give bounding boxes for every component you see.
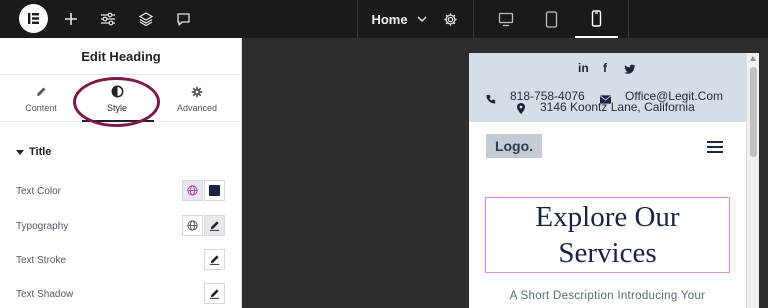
tab-advanced[interactable]: Advanced [168,75,226,122]
global-color-button[interactable] [182,180,203,201]
twitter-icon[interactable] [624,62,636,80]
edit-text-stroke-button[interactable] [204,249,225,270]
chevron-down-icon [417,16,427,23]
hamburger-menu-icon[interactable] [707,141,723,153]
text-stroke-label: Text Stroke [16,255,67,266]
globe-icon [187,185,198,196]
page-heading: Explore Our Services [535,201,680,269]
global-typography-button[interactable] [182,215,203,236]
phone-icon [486,91,496,109]
caret-down-icon [16,149,24,155]
pencil-icon [35,85,47,99]
desktop-icon[interactable] [493,0,519,38]
address: 3146 Koontz Lane, California [540,100,695,114]
pencil-icon [209,289,220,299]
section-title[interactable]: Title [16,146,51,158]
active-tab-indicator [82,120,154,122]
description-text: A Short Description Introducing Your [509,290,706,302]
pencil-icon [209,221,220,231]
facebook-icon[interactable]: f [603,61,607,75]
tab-label: Content [25,102,57,113]
divider [357,0,358,38]
globe-icon [187,220,198,231]
divider [473,0,474,38]
layers-icon[interactable] [134,0,158,38]
top-bar: Home [0,0,768,38]
comment-icon[interactable] [171,0,195,38]
elementor-logo-icon[interactable] [19,4,48,33]
panel-tabs: Content Style Advanced [0,75,242,122]
plus-icon[interactable] [60,0,82,38]
color-picker-swatch[interactable] [204,180,225,201]
site-logo[interactable]: Logo. [486,134,542,158]
panel-title: Edit Heading [0,38,242,75]
text-color-label: Text Color [16,186,62,197]
tab-content[interactable]: Content [14,75,68,122]
tab-style[interactable]: Style [90,75,144,122]
half-circle-icon [111,85,124,99]
mobile-preview: in f 818-758-4076 Office@Legit.Com 3146 … [469,53,746,308]
typography-label: Typography [16,221,69,232]
contact-bar: in f 818-758-4076 Office@Legit.Com 3146 … [469,53,746,122]
linkedin-icon[interactable]: in [578,61,589,75]
scroll-thumb[interactable] [750,67,757,157]
preview-scrollbar[interactable] [746,53,759,308]
mobile-icon[interactable] [575,0,618,38]
map-marker-icon [517,101,525,119]
color-swatch [209,185,220,196]
page-selector[interactable]: Home [366,0,432,38]
pencil-icon [209,255,220,265]
divider [628,0,629,38]
selected-heading-widget[interactable]: Explore Our Services [485,197,730,273]
gear-icon[interactable] [439,0,461,38]
scroll-up-arrow-icon[interactable] [750,56,756,61]
text-shadow-label: Text Shadow [16,289,74,300]
tab-label: Advanced [176,102,218,113]
section-title-label: Title [29,146,52,158]
page-name: Home [371,11,408,27]
tab-label: Style [106,102,127,113]
editor-panel: Edit Heading Content Style Advanced Titl… [0,38,242,308]
sliders-icon[interactable] [96,0,120,38]
gear-icon [191,85,203,99]
tablet-icon[interactable] [538,0,564,38]
edit-text-shadow-button[interactable] [204,283,225,304]
edit-typography-button[interactable] [204,215,225,236]
